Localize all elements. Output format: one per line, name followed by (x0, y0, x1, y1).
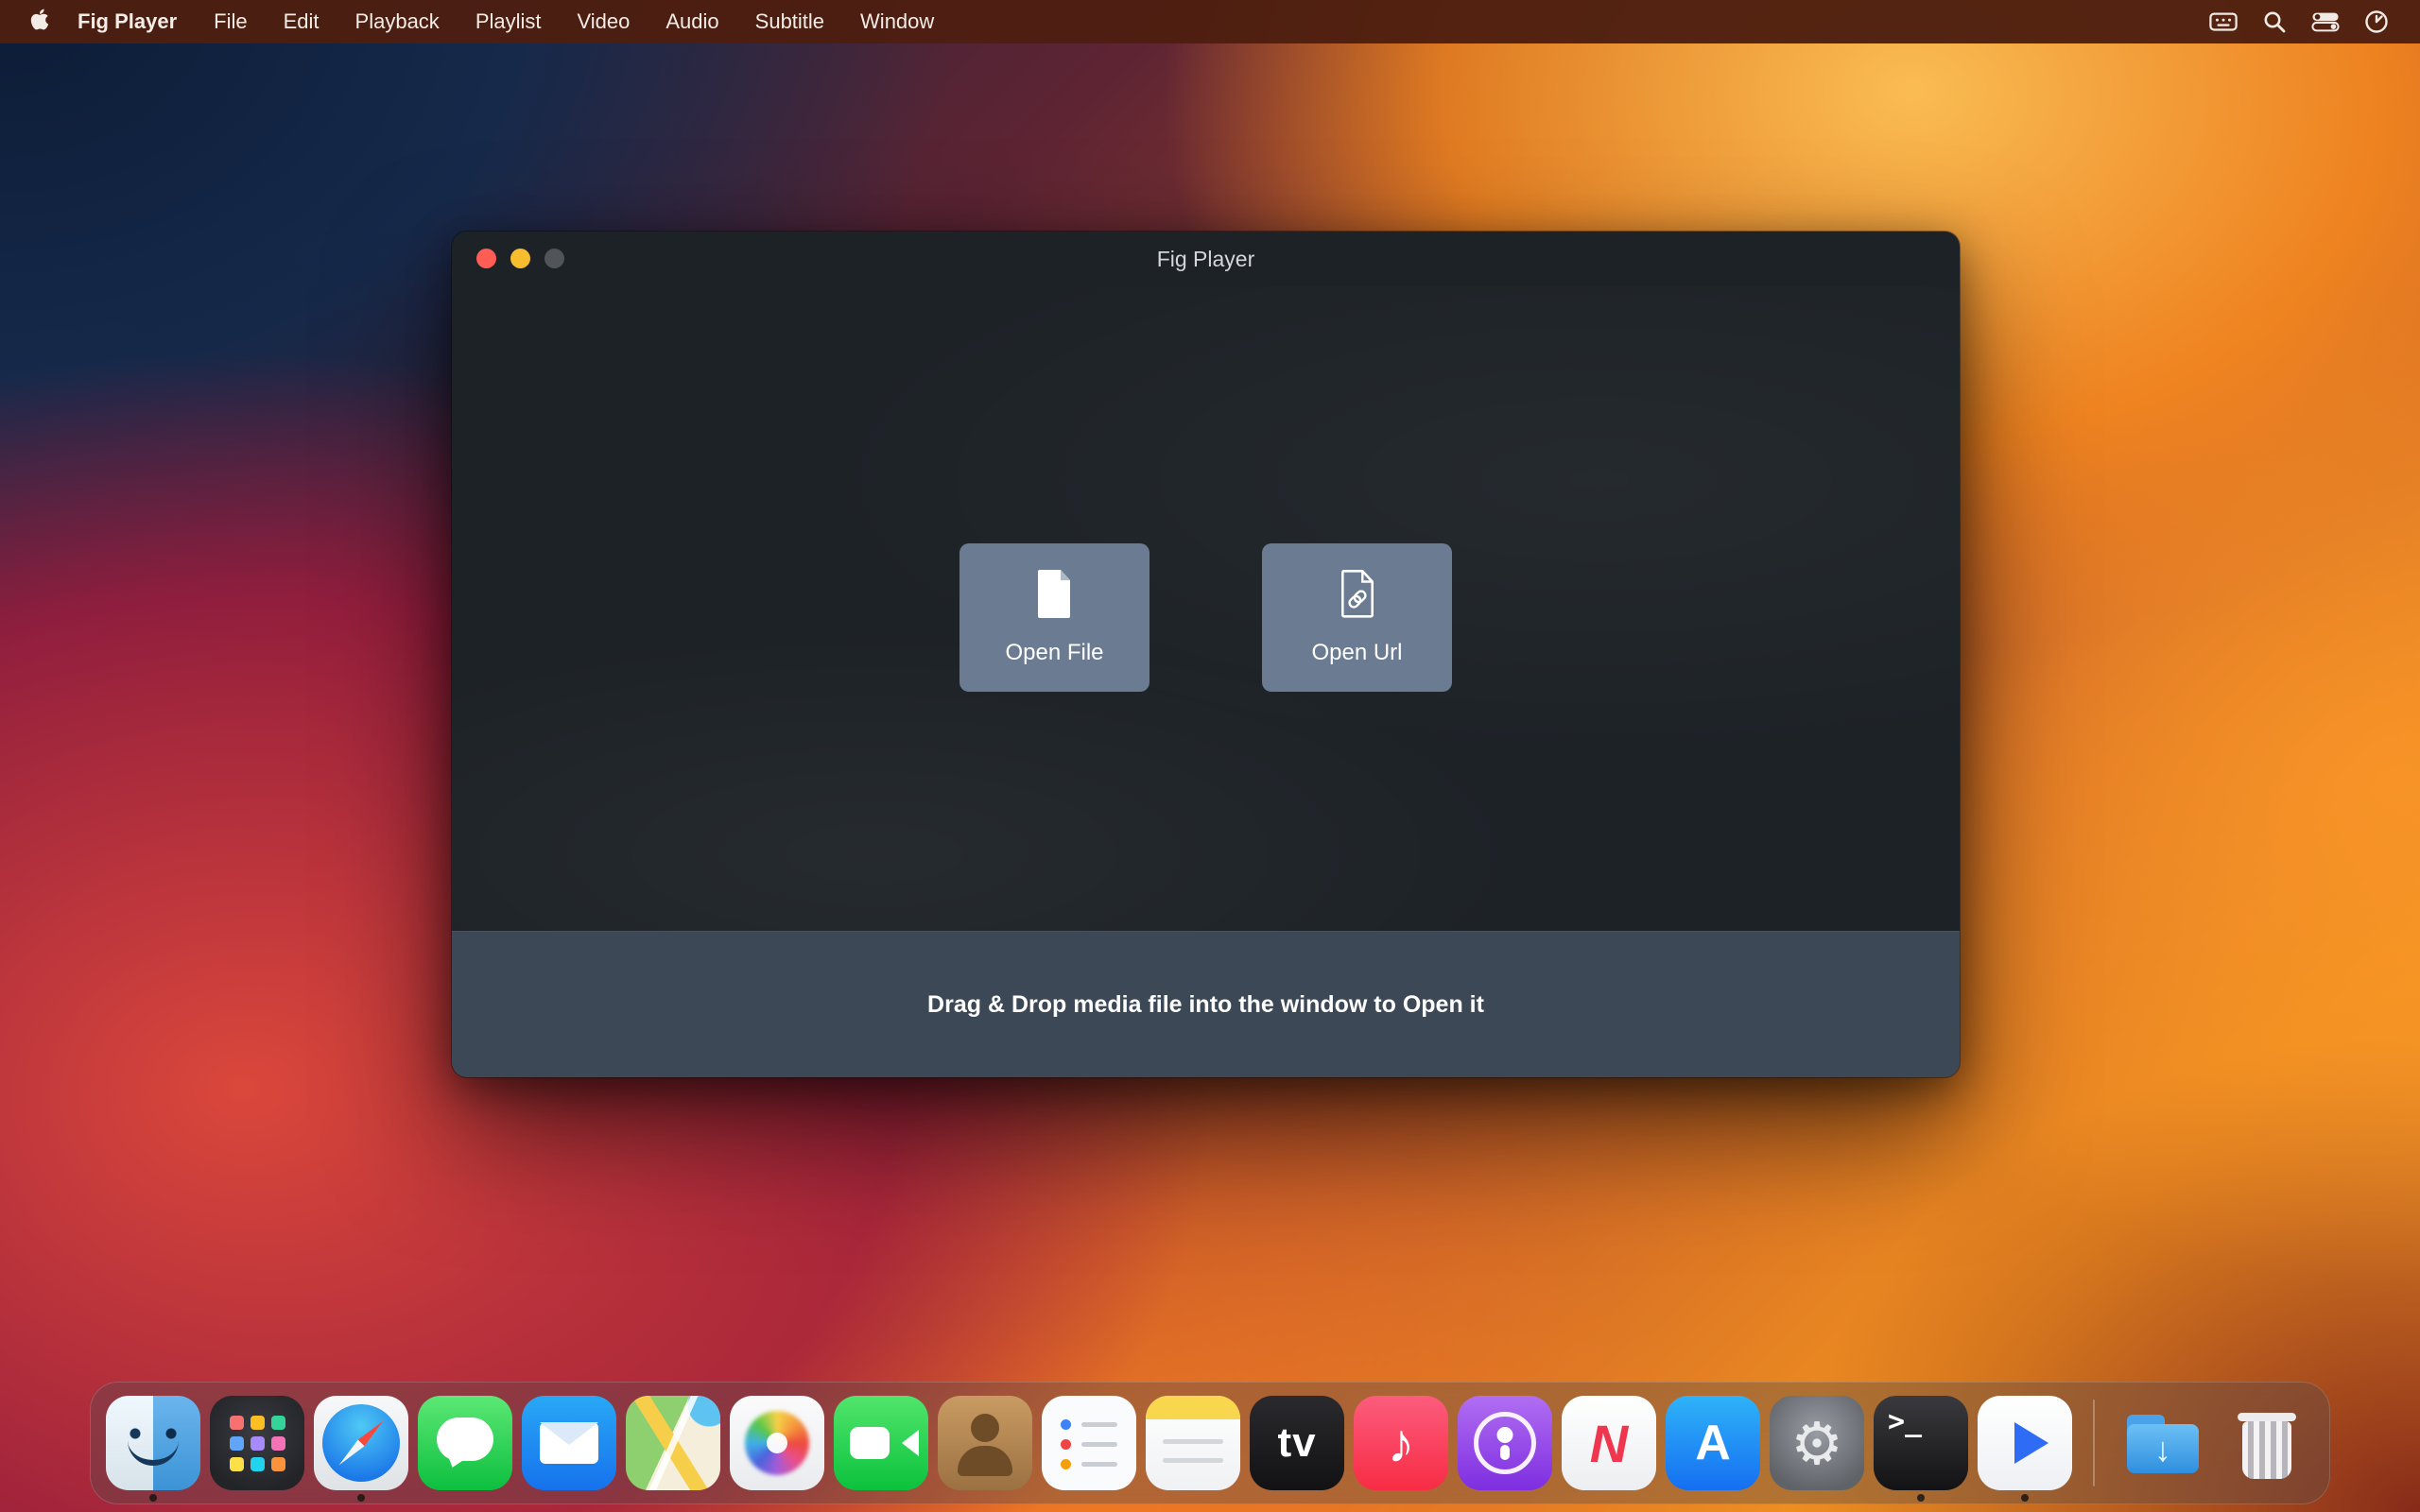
clock-icon[interactable] (2361, 7, 2392, 37)
safari-icon (314, 1396, 408, 1490)
dock-item-mail[interactable] (522, 1396, 616, 1490)
contacts-icon (938, 1396, 1032, 1490)
close-button[interactable] (476, 249, 496, 268)
link-file-icon (1338, 569, 1377, 625)
dock-item-tv[interactable] (1250, 1396, 1344, 1490)
fig-player-window: Fig Player Open File Open Url Drag & Dro… (452, 232, 1960, 1077)
zoom-button[interactable] (544, 249, 564, 268)
podcasts-icon (1458, 1396, 1552, 1490)
dock-item-reminders[interactable] (1042, 1396, 1136, 1490)
dock-item-notes[interactable] (1146, 1396, 1240, 1490)
mail-icon (522, 1396, 616, 1490)
drop-zone-footer: Drag & Drop media file into the window t… (452, 931, 1960, 1077)
menubar-app-name[interactable]: Fig Player (59, 9, 196, 34)
menu-playlist[interactable]: Playlist (458, 9, 560, 34)
menu-subtitle[interactable]: Subtitle (737, 9, 842, 34)
menu-video[interactable]: Video (560, 9, 648, 34)
dock-item-fig-player[interactable] (1978, 1396, 2072, 1490)
open-url-button[interactable]: Open Url (1262, 543, 1452, 692)
dock-separator (2093, 1400, 2095, 1486)
dock-item-trash[interactable] (2220, 1396, 2314, 1490)
dock-item-finder[interactable] (106, 1396, 200, 1490)
open-file-button[interactable]: Open File (959, 543, 1150, 692)
file-icon (1035, 569, 1075, 625)
trash-icon (2220, 1396, 2314, 1490)
dock-item-app-store[interactable] (1666, 1396, 1760, 1490)
running-indicator (2021, 1494, 2029, 1502)
music-icon (1354, 1396, 1448, 1490)
dock-item-launchpad[interactable] (210, 1396, 304, 1490)
window-titlebar[interactable]: Fig Player (452, 232, 1960, 286)
running-indicator (149, 1494, 157, 1502)
facetime-icon (834, 1396, 928, 1490)
menu-file[interactable]: File (196, 9, 265, 34)
dock-item-contacts[interactable] (938, 1396, 1032, 1490)
apple-icon (30, 8, 49, 37)
menu-bar: Fig Player File Edit Playback Playlist V… (0, 0, 2420, 43)
running-indicator (1917, 1494, 1925, 1502)
maps-icon (626, 1396, 720, 1490)
open-url-label: Open Url (1311, 640, 1402, 666)
dock-item-safari[interactable] (314, 1396, 408, 1490)
system-settings-icon (1770, 1396, 1864, 1490)
menu-playback[interactable]: Playback (337, 9, 458, 34)
messages-icon (418, 1396, 512, 1490)
running-indicator (357, 1494, 365, 1502)
dock-item-system-settings[interactable] (1770, 1396, 1864, 1490)
open-file-label: Open File (1005, 640, 1103, 666)
apple-menu[interactable] (28, 8, 51, 36)
keyboard-icon[interactable] (2208, 7, 2238, 37)
terminal-icon (1874, 1396, 1968, 1490)
notes-icon (1146, 1396, 1240, 1490)
minimize-button[interactable] (510, 249, 530, 268)
window-title: Fig Player (1157, 247, 1255, 272)
dock-item-podcasts[interactable] (1458, 1396, 1552, 1490)
fig-player-icon (1978, 1396, 2072, 1490)
control-center-icon[interactable] (2310, 7, 2341, 37)
dock-item-downloads[interactable] (2116, 1396, 2210, 1490)
dock (90, 1382, 2330, 1504)
launchpad-icon (210, 1396, 304, 1490)
menu-audio[interactable]: Audio (648, 9, 736, 34)
reminders-icon (1042, 1396, 1136, 1490)
tv-icon (1250, 1396, 1344, 1490)
finder-icon (106, 1396, 200, 1490)
menu-edit[interactable]: Edit (266, 9, 337, 34)
news-icon (1562, 1396, 1656, 1490)
menu-window[interactable]: Window (842, 9, 952, 34)
app-store-icon (1666, 1396, 1760, 1490)
dock-item-terminal[interactable] (1874, 1396, 1968, 1490)
downloads-folder-icon (2116, 1396, 2210, 1490)
photos-icon (730, 1396, 824, 1490)
dock-item-maps[interactable] (626, 1396, 720, 1490)
dock-item-news[interactable] (1562, 1396, 1656, 1490)
dock-item-messages[interactable] (418, 1396, 512, 1490)
search-icon[interactable] (2259, 7, 2290, 37)
dock-item-music[interactable] (1354, 1396, 1448, 1490)
dock-item-facetime[interactable] (834, 1396, 928, 1490)
drop-hint-text: Drag & Drop media file into the window t… (927, 991, 1484, 1019)
dock-item-photos[interactable] (730, 1396, 824, 1490)
